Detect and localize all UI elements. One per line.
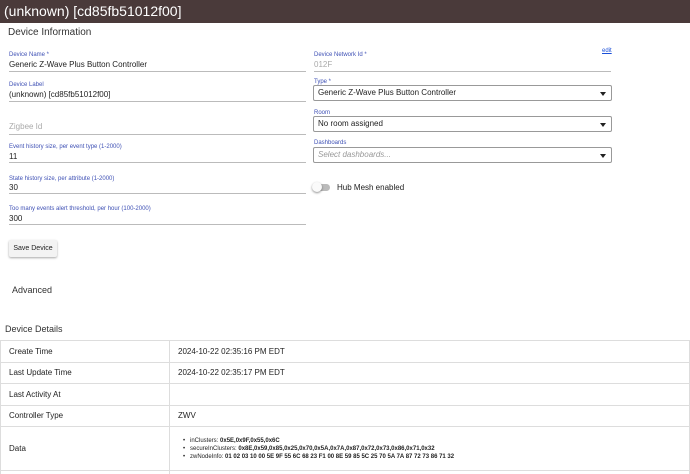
table-row: Controller Type ZWV [0,404,690,427]
last-activity-value [169,383,690,406]
in-clusters-value: 0x5E,0x9F,0x55,0x6C [220,437,280,444]
device-information-heading: Device Information [8,27,92,38]
hub-mesh-label: Hub Mesh enabled [337,183,405,192]
data-value: inClusters: 0x5E,0x9F,0x55,0x6C secureIn… [169,426,690,471]
alert-threshold-label: Too many events alert threshold, per hou… [9,206,151,212]
zigbee-id-input[interactable]: Zigbee Id [9,122,42,131]
dashboards-select[interactable]: Select dashboards... [313,147,612,163]
device-details-table: Create Time 2024-10-22 02:35:16 PM EDT L… [0,340,690,474]
device-name-label: Device Name * [9,52,50,58]
create-time-key: Create Time [0,340,170,363]
network-id-underline [314,71,611,72]
dashboards-select-placeholder: Select dashboards... [318,150,391,159]
room-select[interactable]: No room assigned [313,116,612,132]
device-details-heading: Device Details [5,324,63,334]
device-label-underline [9,101,306,102]
list-item: zwNodeInfo: 01 02 03 10 00 5E 9F 55 6C 6… [183,453,689,461]
event-history-input[interactable]: 11 [9,152,17,161]
table-row: Data inClusters: 0x5E,0x9F,0x55,0x6C sec… [0,426,690,471]
chevron-down-icon [600,123,606,127]
state-history-underline [9,193,306,194]
table-row [0,470,690,474]
dashboards-label: Dashboards [314,140,347,146]
data-list: inClusters: 0x5E,0x9F,0x55,0x6C secureIn… [178,437,689,461]
save-device-button[interactable]: Save Device [9,240,57,257]
data-key: Data [0,426,170,471]
list-item: inClusters: 0x5E,0x9F,0x55,0x6C [183,437,689,445]
event-history-underline [9,162,306,163]
secure-in-clusters-value: 0x8E,0x59,0x85,0x25,0x70,0x5A,0x7A,0x87,… [238,445,435,452]
alert-threshold-underline [9,224,306,225]
state-history-input[interactable]: 30 [9,183,18,192]
secure-in-clusters-name: secureInClusters: [190,445,237,452]
network-id-edit-link[interactable]: edit [602,48,612,54]
event-history-label: Event history size, per event type (1-20… [9,144,122,150]
controller-type-key: Controller Type [0,404,170,427]
zw-node-info-value: 01 02 03 10 00 5E 9F 55 6C 68 23 F1 00 8… [225,453,455,460]
empty-value [169,470,690,474]
device-name-underline [9,71,306,72]
device-label-input[interactable]: (unknown) [cd85fb51012f00] [9,90,110,99]
last-update-time-key: Last Update Time [0,361,170,384]
chevron-down-icon [600,92,606,96]
room-select-value: No room assigned [318,119,383,128]
table-row: Last Activity At [0,383,690,406]
zigbee-id-underline [9,134,306,135]
controller-type-value: ZWV [169,404,690,427]
device-name-input[interactable]: Generic Z-Wave Plus Button Controller [9,60,147,69]
table-row: Create Time 2024-10-22 02:35:16 PM EDT [0,340,690,363]
empty-key [0,470,170,474]
advanced-heading[interactable]: Advanced [12,285,52,295]
last-update-time-value: 2024-10-22 02:35:17 PM EDT [169,361,690,384]
zw-node-info-name: zwNodeInfo: [190,453,224,460]
device-label-label: Device Label [9,82,44,88]
create-time-value: 2024-10-22 02:35:16 PM EDT [169,340,690,363]
network-id-label: Device Network Id * [314,52,367,58]
chevron-down-icon [600,154,606,158]
state-history-label: State history size, per attribute (1-200… [9,176,115,182]
toggle-knob [312,182,322,192]
alert-threshold-input[interactable]: 300 [9,214,22,223]
hub-mesh-toggle[interactable] [312,182,330,192]
list-item: secureInClusters: 0x8E,0x59,0x85,0x25,0x… [183,445,689,453]
type-select[interactable]: Generic Z-Wave Plus Button Controller [313,85,612,101]
network-id-value: 012F [314,60,333,69]
last-activity-key: Last Activity At [0,383,170,406]
type-select-value: Generic Z-Wave Plus Button Controller [318,88,456,97]
window-title: (unknown) [cd85fb51012f00] [0,0,690,23]
table-row: Last Update Time 2024-10-22 02:35:17 PM … [0,361,690,384]
in-clusters-name: inClusters: [190,437,219,444]
